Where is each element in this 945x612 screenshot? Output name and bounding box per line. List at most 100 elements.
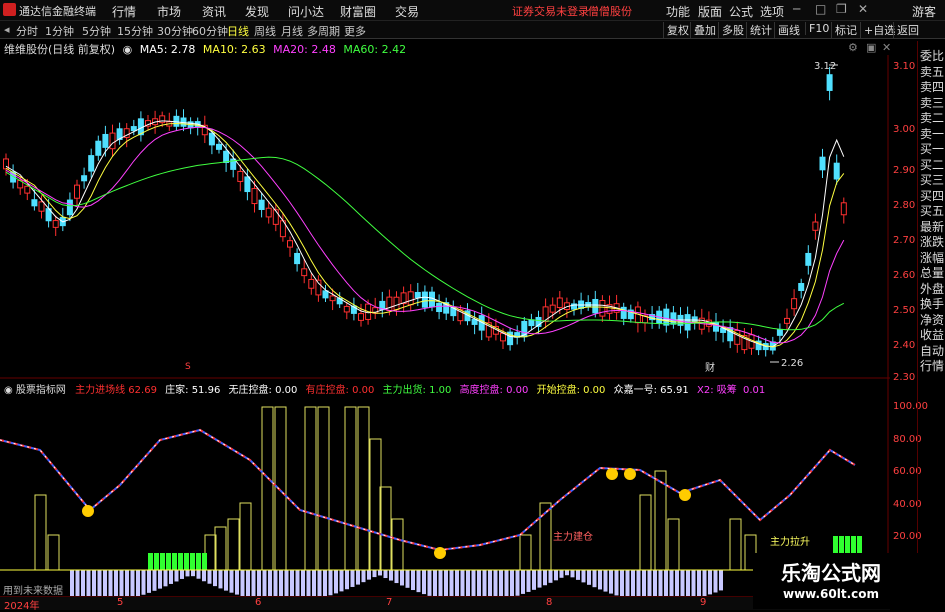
menu-xuanxiang[interactable]: 选项 [760,3,784,20]
time-tick: 5 [117,597,124,608]
negative-bar [295,570,300,596]
panel-item: 买一 [920,142,945,156]
candle-body [358,313,364,321]
negative-bar [251,570,256,596]
price-tick: 2.80 [893,200,916,211]
period-monthly[interactable]: 月线 [281,23,303,39]
legend-label: 主力出货: [382,385,426,396]
chart-expand-icon[interactable]: ▣ [866,41,876,54]
btn-diejia[interactable]: 叠加 [690,22,719,38]
candle-body [812,221,819,231]
panel-item[interactable]: 自动 [920,344,944,358]
period-fenshi[interactable]: 分时 [16,23,38,39]
negative-bar [532,570,536,590]
menu-caifuquan[interactable]: 财富圈 [340,3,376,20]
candle-body [599,300,606,317]
period-15min[interactable]: 15分钟 [117,23,153,39]
price-tick: 2.70 [893,235,916,246]
candle-body [528,319,535,327]
panel-item[interactable]: 行情 [920,359,944,373]
sidebar-toggle-icon[interactable]: ◂ [4,23,10,36]
btn-duogu[interactable]: 多股 [718,22,747,38]
menu-shichang[interactable]: 市场 [157,3,181,20]
period-5min[interactable]: 5分钟 [82,23,111,39]
btn-tongji[interactable]: 统计 [746,22,775,38]
menu-faxian[interactable]: 发现 [245,3,269,20]
chart-settings-icon[interactable]: ⚙ [848,41,858,54]
candle-body [31,199,38,207]
login-notice[interactable]: 证券交易未登录 [512,3,589,19]
period-60min[interactable]: 60分钟 [192,23,228,39]
negative-bar [449,570,454,596]
restore-icon[interactable]: ❐ [836,2,847,16]
negative-bar [383,570,388,579]
negative-bar [416,570,421,593]
green-bar [190,553,195,570]
menu-jiaoyi[interactable]: 交易 [395,3,419,20]
btn-fuquan[interactable]: 复权 [663,22,692,38]
negative-bar [625,570,630,596]
negative-bar [433,570,437,596]
negative-bar [537,570,542,588]
period-30min[interactable]: 30分钟 [157,23,193,39]
negative-bar [499,570,503,596]
negative-bar [367,570,371,580]
stock-notice[interactable]: 僧僧股份 [588,3,632,19]
chart-close-icon[interactable]: ✕ [882,41,891,54]
panel-item: 收益 [920,328,945,342]
negative-bar [427,570,432,596]
app-name: 通达信金融终端 [19,5,96,18]
negative-bar [268,570,272,596]
period-multi[interactable]: 多周期 [307,23,340,39]
negative-bar [702,570,707,596]
maximize-icon[interactable]: □ [815,2,826,16]
time-tick: 9 [700,597,707,608]
candle-body [294,252,301,265]
period-weekly[interactable]: 周线 [254,23,276,39]
candle-body [301,268,308,277]
green-bar [202,553,207,570]
legend-value: 0.00 [352,385,375,396]
panel-item: 委比 [920,49,945,63]
main-control-label: 主力拉升 [770,535,810,548]
btn-huaxian[interactable]: 画线 [774,22,803,38]
indicator-bar [34,494,47,571]
candle-body [38,201,45,212]
minimize-icon[interactable]: ─ [793,2,800,16]
menu-zixun[interactable]: 资讯 [202,3,226,20]
btn-f10[interactable]: F10 [805,22,832,35]
user-guest[interactable]: 游客 [912,3,936,20]
candle-body [670,312,677,325]
green-bar [148,553,153,570]
menu-banmian[interactable]: 版面 [698,3,722,20]
candle-body [421,291,428,308]
candle-body [208,132,215,146]
time-tick: 2024年 [4,601,40,612]
negative-bar [378,570,382,576]
btn-fanhui[interactable]: 返回 [893,22,922,38]
negative-bar [136,570,140,596]
btn-biaoji[interactable]: 标记 [831,22,860,38]
indicator-legend: ◉ 股票指标网 主力进场线 62.69 庄家: 51.96 无庄控盘: 0.00… [0,381,765,396]
close-icon[interactable]: ✕ [858,2,868,16]
price-tick: 2.90 [893,165,916,176]
menu-wenxiaoda[interactable]: 问小达 [288,3,324,20]
menu-gongneng[interactable]: 功能 [666,3,690,20]
menu-hangqing[interactable]: 行情 [112,3,136,20]
period-1min[interactable]: 1分钟 [45,23,74,39]
period-daily[interactable]: 日线 [227,23,249,39]
indicator-bar [654,470,667,571]
legend-value: 51.96 [191,385,221,396]
indicator-name[interactable]: 股票指标网 [16,385,66,396]
negative-bar [587,570,591,585]
negative-bar [163,570,168,587]
indicator-settings-icon[interactable]: ◉ [4,385,13,396]
negative-bar [81,570,85,596]
negative-bar [306,570,311,596]
negative-bar [680,570,685,596]
menu-gongshi[interactable]: 公式 [729,3,753,20]
indicator-dotted-line [0,429,856,551]
kline-chart[interactable]: 3.12 2.26 S 财 主力建仓 主力拉升 [0,55,890,596]
period-more[interactable]: 更多 [344,23,366,39]
negative-bar [130,570,135,596]
